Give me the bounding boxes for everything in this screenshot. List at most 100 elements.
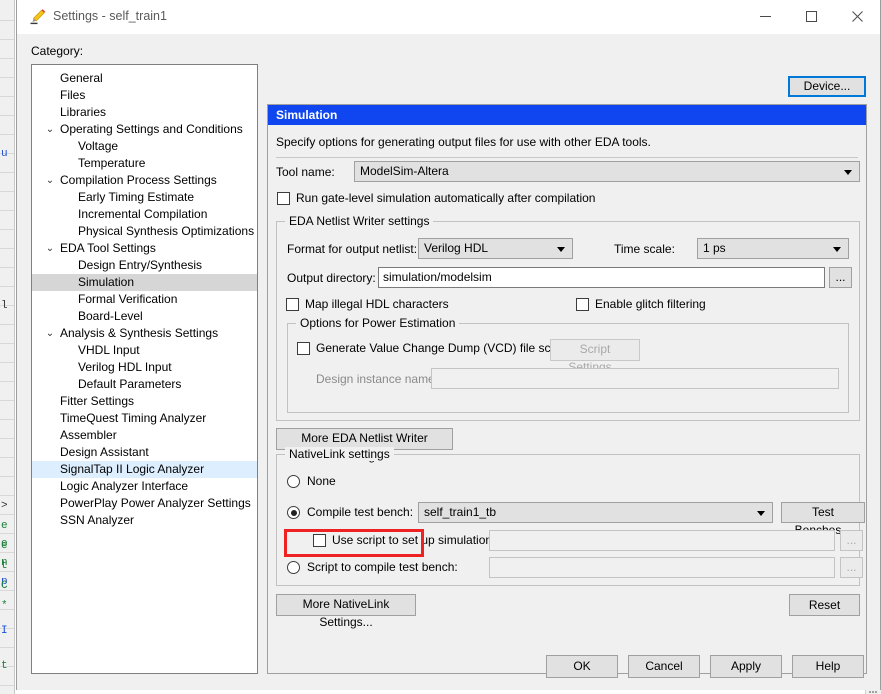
tool-name-label: Tool name:	[276, 165, 335, 179]
chevron-down-icon[interactable]: ⌄	[44, 325, 56, 342]
editor-gutter-row	[0, 172, 14, 173]
nativelink-none-radio[interactable]	[287, 475, 300, 488]
map-illegal-hdl-checkbox[interactable]	[286, 298, 299, 311]
sidebar-item-fitter-settings[interactable]: Fitter Settings	[32, 393, 257, 410]
generate-vcd-checkbox[interactable]	[297, 342, 310, 355]
enable-glitch-filtering-label: Enable glitch filtering	[595, 297, 706, 311]
timescale-value: 1 ps	[703, 241, 726, 255]
editor-gutter-row	[0, 457, 14, 458]
close-button[interactable]	[834, 0, 880, 32]
sidebar-item-label: Design Entry/Synthesis	[78, 258, 203, 272]
maximize-button[interactable]	[788, 0, 834, 32]
editor-gutter-row	[0, 495, 14, 496]
editor-gutter-row	[0, 191, 14, 192]
compile-test-bench-radio[interactable]	[287, 506, 300, 519]
script-settings-button[interactable]: Script Settings...	[550, 339, 640, 374]
sidebar-item-label: TimeQuest Timing Analyzer	[60, 411, 207, 425]
backdrop-code-glyph: u	[1, 148, 8, 160]
design-instance-input[interactable]	[431, 368, 839, 389]
generate-vcd-label: Generate Value Change Dump (VCD) file sc…	[316, 341, 568, 355]
sidebar-item-signaltap-ii-logic-analyzer[interactable]: SignalTap II Logic Analyzer	[32, 461, 257, 478]
sidebar-item-operating-settings-and-conditions[interactable]: ⌄ Operating Settings and Conditions	[32, 121, 257, 138]
chevron-down-icon[interactable]: ⌄	[44, 172, 56, 189]
sidebar-item-physical-synthesis-optimizations[interactable]: Physical Synthesis Optimizations	[32, 223, 257, 240]
sidebar-item-board-level[interactable]: Board-Level	[32, 308, 257, 325]
run-gate-level-checkbox[interactable]	[277, 192, 290, 205]
editor-gutter-row	[0, 438, 14, 439]
sidebar-item-design-assistant[interactable]: Design Assistant	[32, 444, 257, 461]
enable-glitch-filtering-checkbox[interactable]	[576, 298, 589, 311]
script-compile-test-bench-label: Script to compile test bench:	[307, 560, 458, 574]
editor-gutter-row	[0, 343, 14, 344]
editor-gutter-row	[0, 267, 14, 268]
sidebar-item-label: Board-Level	[78, 309, 143, 323]
sidebar-item-compilation-process-settings[interactable]: ⌄ Compilation Process Settings	[32, 172, 257, 189]
editor-gutter-row	[0, 58, 14, 59]
sidebar-item-label: Files	[60, 88, 86, 102]
help-button[interactable]: Help	[792, 655, 864, 678]
minimize-button[interactable]	[742, 0, 788, 32]
use-script-input[interactable]	[489, 530, 835, 551]
output-directory-browse-button[interactable]: ...	[829, 267, 852, 288]
nativelink-settings-group: NativeLink settings None Compile test be…	[276, 447, 865, 586]
window-controls	[742, 0, 880, 32]
pencil-icon	[29, 8, 47, 26]
sidebar-item-label: Incremental Compilation	[78, 207, 208, 221]
editor-gutter-row	[0, 685, 14, 686]
sidebar-item-temperature[interactable]: Temperature	[32, 155, 257, 172]
more-nativelink-settings-button[interactable]: More NativeLink Settings...	[276, 594, 416, 629]
use-script-label: Use script to set up simulation:	[332, 533, 496, 547]
sidebar-item-default-parameters[interactable]: Default Parameters	[32, 376, 257, 393]
panel-description: Specify options for generating output fi…	[276, 135, 651, 149]
chevron-down-icon[interactable]: ⌄	[44, 121, 56, 138]
ok-button[interactable]: OK	[546, 655, 618, 678]
output-directory-value: simulation/modelsim	[383, 270, 492, 284]
editor-gutter-row	[0, 134, 14, 135]
script-compile-browse-button[interactable]: ...	[840, 557, 863, 578]
editor-gutter-row	[0, 381, 14, 382]
panel-title: Simulation	[268, 105, 866, 125]
tool-name-combobox[interactable]: ModelSim-Altera	[354, 161, 860, 182]
sidebar-item-label: Physical Synthesis Optimizations	[78, 224, 255, 238]
sidebar-item-general[interactable]: General	[32, 70, 257, 87]
chevron-down-icon	[757, 511, 765, 516]
chevron-down-icon[interactable]: ⌄	[44, 240, 56, 257]
test-benches-button[interactable]: Test Benches...	[781, 502, 865, 537]
sidebar-item-files[interactable]: Files	[32, 87, 257, 104]
sidebar-item-formal-verification[interactable]: Formal Verification	[32, 291, 257, 308]
sidebar-item-logic-analyzer-interface[interactable]: Logic Analyzer Interface	[32, 478, 257, 495]
timescale-combobox[interactable]: 1 ps	[697, 238, 849, 259]
sidebar-item-analysis-synthesis-settings[interactable]: ⌄ Analysis & Synthesis Settings	[32, 325, 257, 342]
device-button[interactable]: Device...	[788, 76, 866, 97]
script-compile-test-bench-radio[interactable]	[287, 561, 300, 574]
sidebar-item-incremental-compilation[interactable]: Incremental Compilation	[32, 206, 257, 223]
sidebar-item-vhdl-input[interactable]: VHDL Input	[32, 342, 257, 359]
sidebar-item-libraries[interactable]: Libraries	[32, 104, 257, 121]
dialog-title-bar: Settings - self_train1	[17, 0, 880, 34]
eda-netlist-writer-group: EDA Netlist Writer settings Format for o…	[276, 214, 860, 421]
reset-button[interactable]: Reset	[789, 594, 860, 616]
sidebar-item-voltage[interactable]: Voltage	[32, 138, 257, 155]
sidebar-item-design-entry-synthesis[interactable]: Design Entry/Synthesis	[32, 257, 257, 274]
run-gate-level-label: Run gate-level simulation automatically …	[296, 191, 596, 205]
use-script-checkbox[interactable]	[313, 534, 326, 547]
sidebar-item-timequest-timing-analyzer[interactable]: TimeQuest Timing Analyzer	[32, 410, 257, 427]
sidebar-item-early-timing-estimate[interactable]: Early Timing Estimate	[32, 189, 257, 206]
cancel-button[interactable]: Cancel	[628, 655, 700, 678]
format-combobox[interactable]: Verilog HDL	[418, 238, 573, 259]
category-tree[interactable]: General Files Libraries ⌄ Operating Settings…	[31, 64, 258, 674]
sidebar-item-label: Simulation	[78, 275, 135, 289]
test-bench-combobox[interactable]: self_train1_tb	[418, 502, 773, 523]
output-directory-input[interactable]: simulation/modelsim	[378, 267, 825, 288]
script-compile-input[interactable]	[489, 557, 835, 578]
editor-gutter-row	[0, 476, 14, 477]
apply-button[interactable]: Apply	[710, 655, 782, 678]
sidebar-item-ssn-analyzer[interactable]: SSN Analyzer	[32, 512, 257, 529]
sidebar-item-verilog-hdl-input[interactable]: Verilog HDL Input	[32, 359, 257, 376]
sidebar-item-assembler[interactable]: Assembler	[32, 427, 257, 444]
sidebar-item-simulation[interactable]: Simulation	[32, 274, 257, 291]
use-script-browse-button[interactable]: ...	[840, 530, 863, 551]
sidebar-item-powerplay-power-analyzer-settings[interactable]: PowerPlay Power Analyzer Settings	[32, 495, 257, 512]
panel-divider	[276, 157, 858, 158]
sidebar-item-eda-tool-settings[interactable]: ⌄ EDA Tool Settings	[32, 240, 257, 257]
